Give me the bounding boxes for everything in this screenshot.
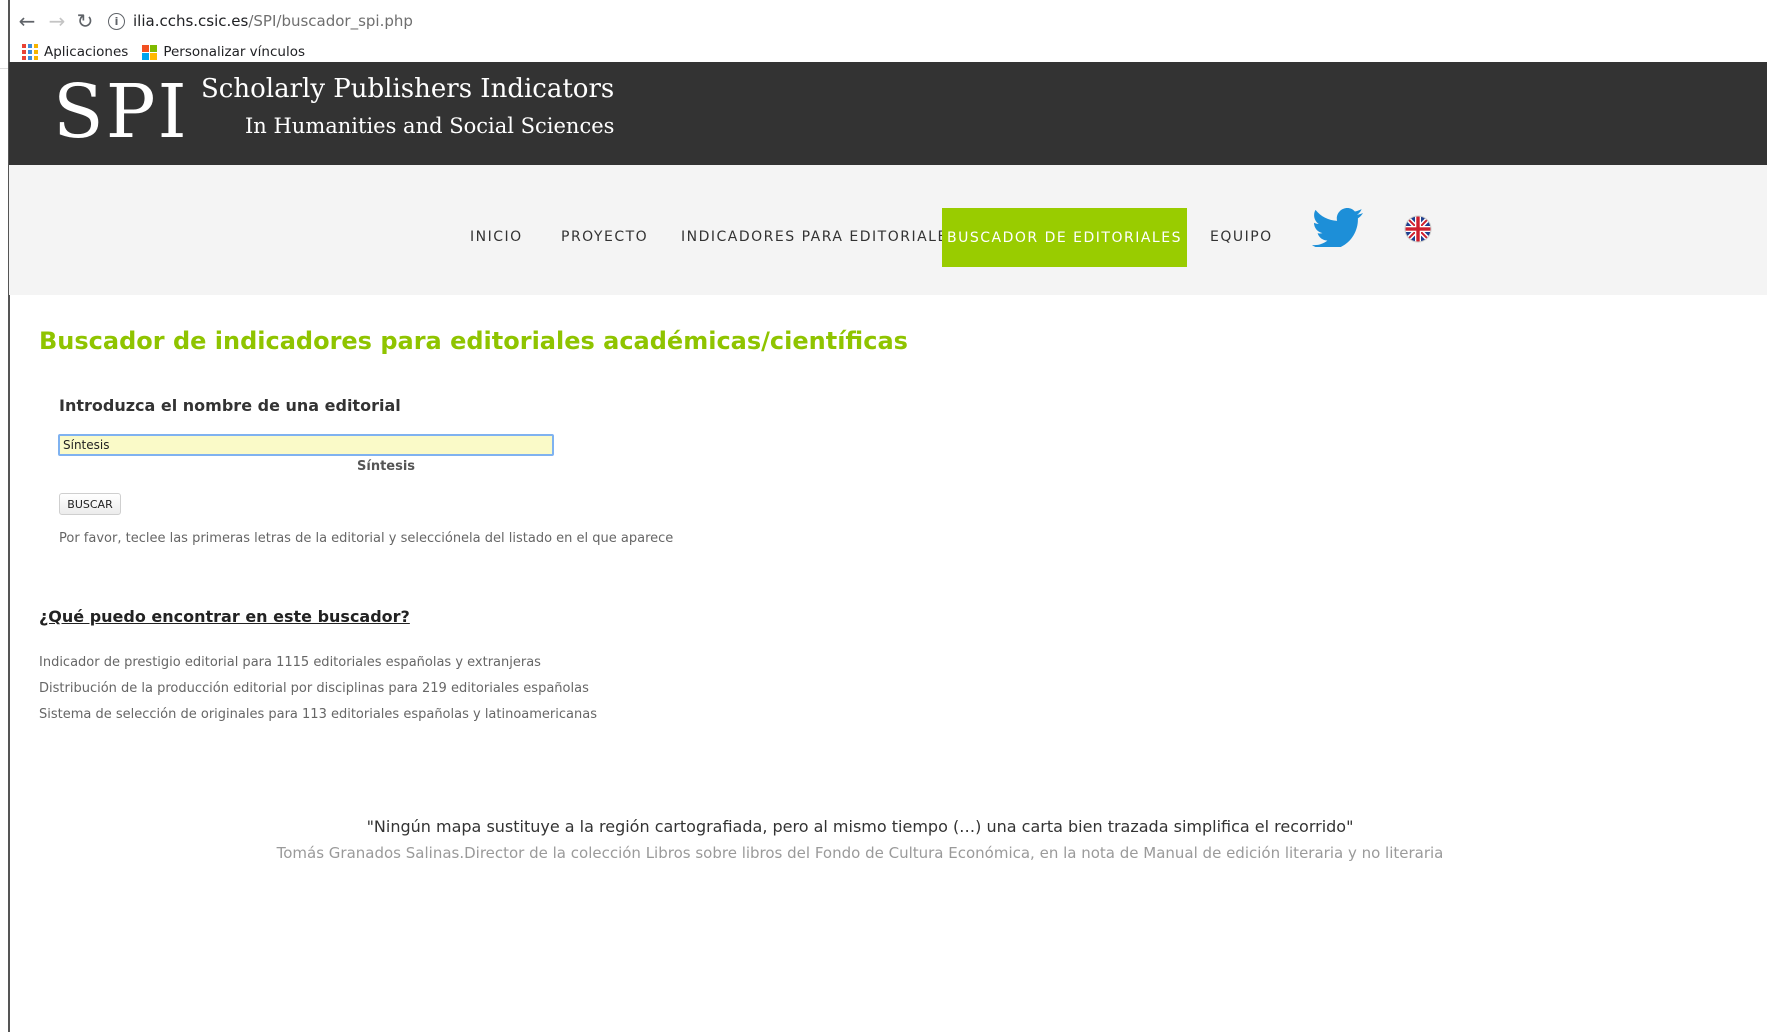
- search-input[interactable]: [58, 434, 554, 456]
- site-title: Scholarly Publishers Indicators: [201, 74, 615, 104]
- page-title: Buscador de indicadores para editoriales…: [39, 327, 908, 355]
- feature-item: Distribución de la producción editorial …: [39, 681, 589, 696]
- apps-grid-icon: [22, 44, 38, 60]
- nav-inicio[interactable]: INICIO: [470, 229, 523, 245]
- autocomplete-suggestion[interactable]: Síntesis: [357, 459, 415, 474]
- main-nav: INICIO PROYECTO INDICADORES PARA EDITORI…: [9, 165, 1767, 295]
- help-text: Por favor, teclee las primeras letras de…: [59, 531, 674, 546]
- url-path: /SPI/buscador_spi.php: [248, 12, 413, 30]
- address-bar[interactable]: i ilia.cchs.csic.es/SPI/buscador_spi.php: [108, 7, 1748, 35]
- back-icon[interactable]: ←: [14, 8, 40, 34]
- bookmark-label: Aplicaciones: [44, 44, 129, 60]
- nav-indicadores[interactable]: INDICADORES PARA EDITORIALES: [681, 229, 958, 245]
- bookmark-label: Personalizar vínculos: [163, 44, 306, 60]
- bookmark-apps[interactable]: Aplicaciones: [22, 44, 128, 60]
- nav-equipo[interactable]: EQUIPO: [1210, 229, 1273, 245]
- browser-toolbar: ← → ↻ i ilia.cchs.csic.es/SPI/buscador_s…: [0, 0, 1767, 69]
- info-icon[interactable]: i: [108, 12, 125, 30]
- quote-author: Tomás Granados Salinas.Director de la co…: [276, 844, 1444, 862]
- url-host: ilia.cchs.csic.es: [133, 12, 249, 30]
- reload-icon[interactable]: ↻: [72, 8, 98, 34]
- search-label: Introduzca el nombre de una editorial: [59, 396, 401, 415]
- uk-flag-icon[interactable]: [1404, 215, 1432, 243]
- faq-link[interactable]: ¿Qué puedo encontrar en este buscador?: [39, 607, 410, 626]
- feature-item: Indicador de prestigio editorial para 11…: [39, 655, 541, 670]
- forward-icon[interactable]: →: [44, 8, 70, 34]
- bookmarks-bar: Aplicaciones Personalizar vínculos: [22, 41, 319, 63]
- site-header: SPI Scholarly Publishers Indicators In H…: [9, 62, 1767, 165]
- bookmark-personalizar[interactable]: Personalizar vínculos: [142, 44, 305, 60]
- nav-proyecto[interactable]: PROYECTO: [561, 229, 648, 245]
- quote-text: "Ningún mapa sustituye a la región carto…: [366, 817, 1354, 836]
- microsoft-logo-icon: [142, 44, 158, 60]
- buscar-button[interactable]: BUSCAR: [59, 493, 121, 515]
- site-subtitle: In Humanities and Social Sciences: [245, 114, 615, 138]
- site-logo[interactable]: SPI: [53, 67, 189, 157]
- nav-buscador-active[interactable]: BUSCADOR DE EDITORIALES: [942, 208, 1187, 267]
- feature-item: Sistema de selección de originales para …: [39, 707, 597, 722]
- twitter-icon[interactable]: [1310, 207, 1366, 247]
